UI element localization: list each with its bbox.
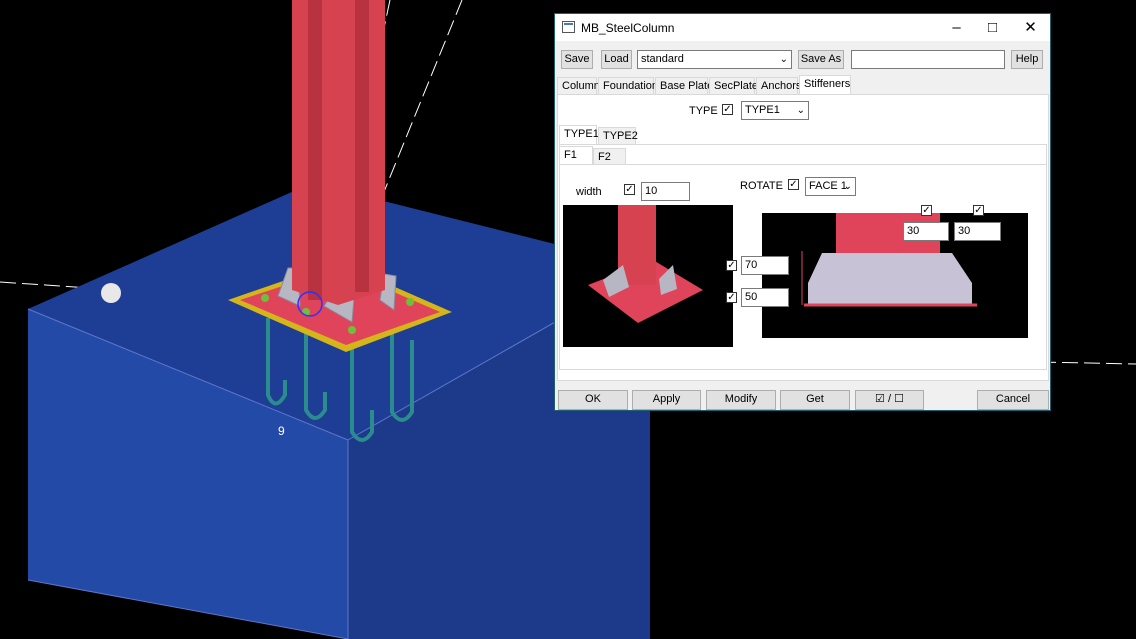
ok-button[interactable]: OK bbox=[558, 390, 628, 410]
cancel-button[interactable]: Cancel bbox=[977, 390, 1049, 410]
tab-anchors[interactable]: Anchors bbox=[756, 77, 801, 94]
maximize-icon[interactable]: □ bbox=[974, 14, 1011, 41]
preset-select[interactable]: standard ⌄ bbox=[637, 50, 792, 69]
type-value: TYPE1 bbox=[745, 104, 780, 116]
modify-button[interactable]: Modify bbox=[706, 390, 776, 410]
close-icon[interactable]: ✕ bbox=[1012, 14, 1049, 41]
chevron-down-icon: ⌄ bbox=[843, 181, 852, 192]
node-gizmo-icon[interactable] bbox=[101, 283, 121, 303]
chevron-down-icon: ⌄ bbox=[779, 54, 788, 65]
load-button[interactable]: Load bbox=[601, 50, 632, 69]
tab-type2[interactable]: TYPE2 bbox=[598, 127, 638, 144]
h2-input[interactable]: 50 bbox=[741, 288, 789, 307]
get-button[interactable]: Get bbox=[780, 390, 850, 410]
tab-f1[interactable]: F1 bbox=[559, 146, 593, 165]
save-button[interactable]: Save bbox=[561, 50, 593, 69]
w2-checkbox[interactable]: ✓ bbox=[973, 205, 984, 216]
h1-input[interactable]: 70 bbox=[741, 256, 789, 275]
tab-base-plate[interactable]: Base Plate bbox=[655, 77, 713, 94]
apply-button[interactable]: Apply bbox=[632, 390, 701, 410]
steel-column bbox=[292, 0, 385, 305]
tab-f2[interactable]: F2 bbox=[593, 148, 626, 165]
type-select[interactable]: TYPE1 ⌄ bbox=[741, 101, 809, 120]
rotate-checkbox[interactable]: ✓ bbox=[788, 179, 799, 190]
width-input[interactable]: 10 bbox=[641, 182, 690, 201]
h1-checkbox[interactable]: ✓ bbox=[726, 260, 737, 271]
save-as-button[interactable]: Save As bbox=[798, 50, 844, 69]
tab-secplate[interactable]: SecPlate bbox=[709, 77, 758, 94]
w2-input[interactable]: 30 bbox=[954, 222, 1001, 241]
steel-column-dialog: MB_SteelColumn – □ ✕ Save Load standard … bbox=[554, 13, 1051, 411]
width-checkbox[interactable]: ✓ bbox=[624, 184, 635, 195]
tab-column[interactable]: Column bbox=[557, 77, 600, 94]
preset-value: standard bbox=[641, 53, 684, 65]
save-as-name-input[interactable] bbox=[851, 50, 1005, 69]
stiffener-preview-3d bbox=[563, 205, 733, 347]
title-bar[interactable]: MB_SteelColumn – □ ✕ bbox=[555, 14, 1050, 41]
chevron-down-icon: ⌄ bbox=[796, 105, 805, 116]
help-button[interactable]: Help bbox=[1011, 50, 1043, 69]
width-label: width bbox=[576, 186, 602, 198]
tab-type1[interactable]: TYPE1 bbox=[559, 125, 599, 144]
tab-stiffeners[interactable]: Stiffeners bbox=[799, 75, 851, 94]
rotate-value: FACE 1 bbox=[809, 180, 847, 192]
rotate-select[interactable]: FACE 1 ⌄ bbox=[805, 177, 856, 196]
w1-input[interactable]: 30 bbox=[903, 222, 949, 241]
dimension-label: 9 bbox=[278, 424, 285, 438]
app-icon bbox=[562, 21, 575, 33]
type-label: TYPE bbox=[689, 105, 718, 117]
w1-checkbox[interactable]: ✓ bbox=[921, 205, 932, 216]
tab-foundation[interactable]: Foundation bbox=[598, 77, 658, 94]
minimize-icon[interactable]: – bbox=[938, 14, 975, 41]
toggle-all-button[interactable]: ☑ / ☐ bbox=[855, 390, 924, 410]
type-checkbox[interactable]: ✓ bbox=[722, 104, 733, 115]
rotate-label: ROTATE bbox=[740, 180, 783, 192]
h2-checkbox[interactable]: ✓ bbox=[726, 292, 737, 303]
window-title: MB_SteelColumn bbox=[581, 21, 675, 35]
